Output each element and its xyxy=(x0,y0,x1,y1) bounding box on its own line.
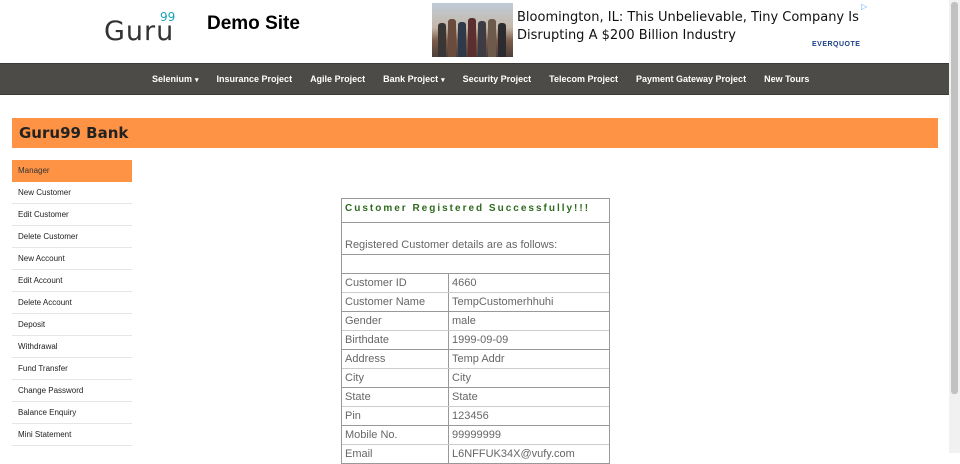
table-row: State State xyxy=(342,388,609,407)
nav-item-label: Agile Project xyxy=(310,74,366,84)
nav-menu: Selenium ▾ Insurance Project Agile Project B… xyxy=(152,64,818,94)
details-subheading: Registered Customer details are as follo… xyxy=(342,223,609,255)
bank-title-bar: Guru99 Bank xyxy=(12,118,938,148)
field-label: Customer ID xyxy=(342,274,449,292)
field-value: 1999-09-09 xyxy=(452,334,509,346)
field-value: City xyxy=(452,372,471,384)
field-label: Birthdate xyxy=(342,331,449,349)
field-label: Pin xyxy=(342,407,449,425)
sidebar-item-edit-account[interactable]: Edit Account xyxy=(12,270,132,292)
table-row: Customer ID 4660 xyxy=(342,274,609,293)
field-value: 99999999 xyxy=(452,429,501,441)
sidebar-item-balance-enquiry[interactable]: Balance Enquiry xyxy=(12,402,132,424)
nav-item-label: Payment Gateway Project xyxy=(636,74,747,84)
advertisement-banner[interactable]: Bloomington, IL: This Unbelievable, Tiny… xyxy=(432,3,869,57)
sidebar-item-mini-statement[interactable]: Mini Statement xyxy=(12,424,132,446)
scrollbar-thumb[interactable] xyxy=(951,2,958,394)
table-row: Gender male xyxy=(342,312,609,331)
guru99-logo[interactable]: Guru 99 xyxy=(104,8,184,48)
field-label: Gender xyxy=(342,312,449,330)
spacer-row xyxy=(342,255,609,274)
sidebar-item-change-password[interactable]: Change Password xyxy=(12,380,132,402)
field-value: male xyxy=(452,315,476,327)
field-label: Email xyxy=(342,445,449,463)
table-row: Mobile No. 99999999 xyxy=(342,426,609,445)
field-label: Address xyxy=(342,350,449,368)
ad-headline[interactable]: Bloomington, IL: This Unbelievable, Tiny… xyxy=(517,9,862,45)
field-label: Mobile No. xyxy=(342,426,449,444)
vertical-scrollbar[interactable] xyxy=(949,0,960,453)
nav-item-agile-project[interactable]: Agile Project xyxy=(301,64,374,94)
ad-brand-logo: EVERQUOTE xyxy=(812,41,861,48)
nav-item-selenium[interactable]: Selenium ▾ xyxy=(152,64,208,94)
nav-item-label: Telecom Project xyxy=(549,74,619,84)
sidebar-item-delete-customer[interactable]: Delete Customer xyxy=(12,226,132,248)
nav-item-bank-project[interactable]: Bank Project ▾ xyxy=(374,64,454,94)
caret-down-icon: ▾ xyxy=(441,77,445,84)
bank-title: Guru99 Bank xyxy=(19,124,129,142)
sidebar-item-fund-transfer[interactable]: Fund Transfer xyxy=(12,358,132,380)
field-value: Temp Addr xyxy=(452,353,505,365)
nav-item-label: Selenium xyxy=(152,74,193,84)
nav-item-telecom-project[interactable]: Telecom Project xyxy=(540,64,627,94)
sidebar-item-withdrawal[interactable]: Withdrawal xyxy=(12,336,132,358)
field-value: L6NFFUK34X@vufy.com xyxy=(452,448,575,460)
success-heading: Customer Registered Successfully!!! xyxy=(342,199,609,223)
table-row: Address Temp Addr xyxy=(342,350,609,369)
details-table-body: Customer ID 4660 Customer Name TempCustomer… xyxy=(342,274,609,464)
sidebar-menu: Manager New Customer Edit Customer Delete C… xyxy=(12,160,132,446)
ad-photo[interactable] xyxy=(432,3,513,57)
adchoices-icon[interactable]: ▷ xyxy=(861,3,869,11)
field-label: City xyxy=(342,369,449,387)
table-row: City City xyxy=(342,369,609,388)
field-value: 4660 xyxy=(452,277,477,289)
site-title: Demo Site xyxy=(207,13,300,34)
nav-item-payment-gateway-project[interactable]: Payment Gateway Project xyxy=(627,64,755,94)
sidebar-item-deposit[interactable]: Deposit xyxy=(12,314,132,336)
sidebar-item-delete-account[interactable]: Delete Account xyxy=(12,292,132,314)
field-label: Customer Name xyxy=(342,293,449,311)
sidebar-item-new-account[interactable]: New Account xyxy=(12,248,132,270)
table-row: Birthdate 1999-09-09 xyxy=(342,331,609,350)
table-row: Email L6NFFUK34X@vufy.com xyxy=(342,445,609,464)
sidebar-item-edit-customer[interactable]: Edit Customer xyxy=(12,204,132,226)
nav-item-label: Security Project xyxy=(462,74,532,84)
nav-item-new-tours[interactable]: New Tours xyxy=(755,64,818,94)
table-row: Customer Name TempCustomerhhuhi xyxy=(342,293,609,312)
caret-down-icon: ▾ xyxy=(195,77,199,84)
nav-item-label: New Tours xyxy=(764,74,810,84)
customer-registration-result: Customer Registered Successfully!!! Regi… xyxy=(341,198,610,464)
table-row: Pin 123456 xyxy=(342,407,609,426)
top-navigation: Selenium ▾ Insurance Project Agile Project B… xyxy=(0,63,949,95)
field-label: State xyxy=(342,388,449,406)
logo-superscript: 99 xyxy=(160,10,176,24)
sidebar-item-manager[interactable]: Manager xyxy=(12,160,132,182)
field-value: TempCustomerhhuhi xyxy=(452,296,554,308)
nav-item-label: Insurance Project xyxy=(216,74,293,84)
nav-item-insurance-project[interactable]: Insurance Project xyxy=(208,64,302,94)
field-value: 123456 xyxy=(452,410,489,422)
nav-item-label: Bank Project xyxy=(383,74,439,84)
sidebar-item-new-customer[interactable]: New Customer xyxy=(12,182,132,204)
field-value: State xyxy=(452,391,478,403)
nav-item-security-project[interactable]: Security Project xyxy=(454,64,541,94)
